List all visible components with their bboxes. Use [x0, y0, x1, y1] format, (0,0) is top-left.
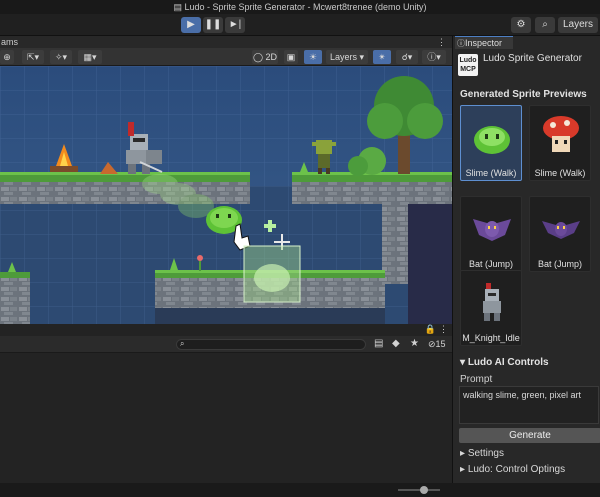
preview-label: M_Knight_Idle — [462, 333, 520, 343]
more-icon[interactable]: ⋮ — [437, 36, 446, 48]
preview-label: Slime (Walk) — [534, 168, 586, 178]
pause-button[interactable]: ❚❚ — [203, 17, 223, 33]
control-options-label: Ludo: Control Optings — [467, 464, 566, 475]
bat-sprite — [473, 219, 511, 241]
play-button[interactable]: ▶ — [181, 17, 201, 33]
project-toolbar: ⌕ ▤ ◆ ★ ⊘15 — [0, 336, 452, 353]
window-title-bar: ▤ Ludo - Sprite Sprite Generator - Mcwer… — [0, 0, 600, 14]
scene-layers-dropdown[interactable]: Layers ▾ — [326, 50, 368, 64]
preview-tile-slime-green[interactable]: Slime (Walk) — [460, 105, 522, 181]
step-icon: ►| — [228, 19, 242, 30]
preview-label: Bat (Jump) — [468, 259, 513, 269]
audio-icon[interactable]: ▣ — [284, 50, 298, 64]
effects-icon[interactable]: ✴ — [373, 50, 391, 64]
logo-top-text: Ludo — [459, 57, 477, 64]
ai-controls-foldout[interactable]: ▾ Ludo AI Controls — [460, 357, 549, 368]
search-button[interactable]: ⌕ — [535, 17, 555, 33]
scene-tab[interactable]: ams — [1, 37, 18, 47]
label-icon[interactable]: ◆ — [392, 338, 400, 349]
grid-icon[interactable]: ▦▾ — [78, 50, 102, 64]
knight-sprite — [483, 283, 501, 321]
unity-logo-icon: ▤ — [173, 2, 185, 12]
pause-icon: ❚❚ — [204, 19, 222, 30]
preview-tile-bat-2[interactable]: Bat (Jump) — [529, 196, 591, 272]
settings-foldout[interactable]: ▸ Settings — [460, 448, 504, 459]
preview-label: Slime (Walk) — [465, 168, 517, 178]
settings-label: Settings — [467, 448, 504, 459]
mushroom-sprite — [543, 116, 579, 152]
bottom-panel-tab-bar: 🔒 ⋮ — [0, 324, 452, 336]
gear-icon: ⚙ — [516, 19, 526, 30]
preview-label: Bat (Jump) — [537, 259, 582, 269]
bat-sprite — [542, 221, 580, 239]
inspector-tab[interactable]: ⓘ Inspector — [455, 36, 513, 49]
project-search-input[interactable]: ⌕ — [176, 339, 366, 350]
preview-tile-mushroom[interactable]: Slime (Walk) — [529, 105, 591, 181]
filter-icon[interactable]: ▤ — [374, 338, 383, 349]
step-button[interactable]: ►| — [225, 17, 245, 33]
layers-dropdown[interactable]: Layers — [558, 17, 598, 33]
control-options-foldout[interactable]: ▸ Ludo: Control Optings — [460, 464, 565, 475]
scene-canvas — [0, 66, 452, 324]
generate-button[interactable]: Generate — [459, 428, 600, 443]
move-tool-icon[interactable]: ⊕ — [0, 50, 14, 64]
info-icon[interactable]: ⓘ▾ — [422, 50, 446, 64]
zoom-slider[interactable] — [398, 489, 440, 491]
logo-bottom-text: MCP — [460, 66, 476, 73]
scene-toolbar: ⊕ ⇱▾ ✧▾ ▦▾ ◯ 2D ▣ ☀ Layers ▾ ✴ ☌▾ ⓘ▾ — [0, 48, 452, 66]
star-icon[interactable]: ★ — [410, 338, 419, 349]
scene-tab-bar: ams ⋮ — [0, 36, 452, 48]
prompt-label: Prompt — [460, 374, 493, 385]
lighting-icon[interactable]: ☀ — [304, 50, 322, 64]
pivot-icon[interactable]: ⇱▾ — [22, 50, 44, 64]
slime-green-sprite — [474, 126, 510, 154]
grass-platform-top-left — [0, 174, 250, 182]
window-title: Ludo - Sprite Sprite Generator - Mcwert8… — [184, 2, 427, 12]
project-content — [0, 353, 452, 483]
snap-icon[interactable]: ✧▾ — [50, 50, 72, 64]
grass-platform-top-right — [292, 174, 452, 182]
settings-button[interactable]: ⚙ — [511, 17, 531, 33]
component-title: Ludo Sprite Generator — [483, 53, 582, 64]
status-bar — [0, 483, 600, 497]
more-icon[interactable]: ⋮ — [439, 324, 448, 335]
prompt-textarea[interactable]: walking slime, green, pixel art — [459, 386, 599, 424]
hidden-count: ⊘15 — [428, 339, 446, 349]
main-toolbar: ▶ ❚❚ ►| ⚙ ⌕ Layers — [0, 14, 600, 36]
preview-tile-bat-1[interactable]: Bat (Jump) — [460, 196, 522, 272]
inspector-tab-label: Inspector — [465, 38, 503, 48]
camera-icon: ◯ — [252, 52, 264, 62]
play-icon: ▶ — [187, 19, 195, 30]
scene-view[interactable] — [0, 66, 452, 324]
inspector-panel: ⓘ Inspector Ludo MCP Ludo Sprite Generat… — [452, 36, 600, 483]
scene-layers-label: Layers — [329, 52, 357, 62]
info-icon: ⓘ — [457, 39, 465, 48]
gizmos-icon[interactable]: ☌▾ — [396, 50, 418, 64]
mode-2d-toggle[interactable]: ◯ 2D — [252, 50, 278, 64]
zoom-slider-handle[interactable] — [420, 486, 428, 494]
ai-controls-title: Ludo AI Controls — [467, 357, 549, 368]
lock-icon[interactable]: 🔒 — [425, 324, 436, 335]
search-icon: ⌕ — [542, 19, 548, 30]
ludo-logo: Ludo MCP — [458, 54, 478, 76]
previews-title: Generated Sprite Previews — [460, 89, 587, 100]
search-icon: ⌕ — [180, 339, 185, 348]
mode-2d-label: 2D — [265, 52, 278, 62]
preview-tile-knight[interactable]: M_Knight_Idle — [460, 270, 522, 346]
